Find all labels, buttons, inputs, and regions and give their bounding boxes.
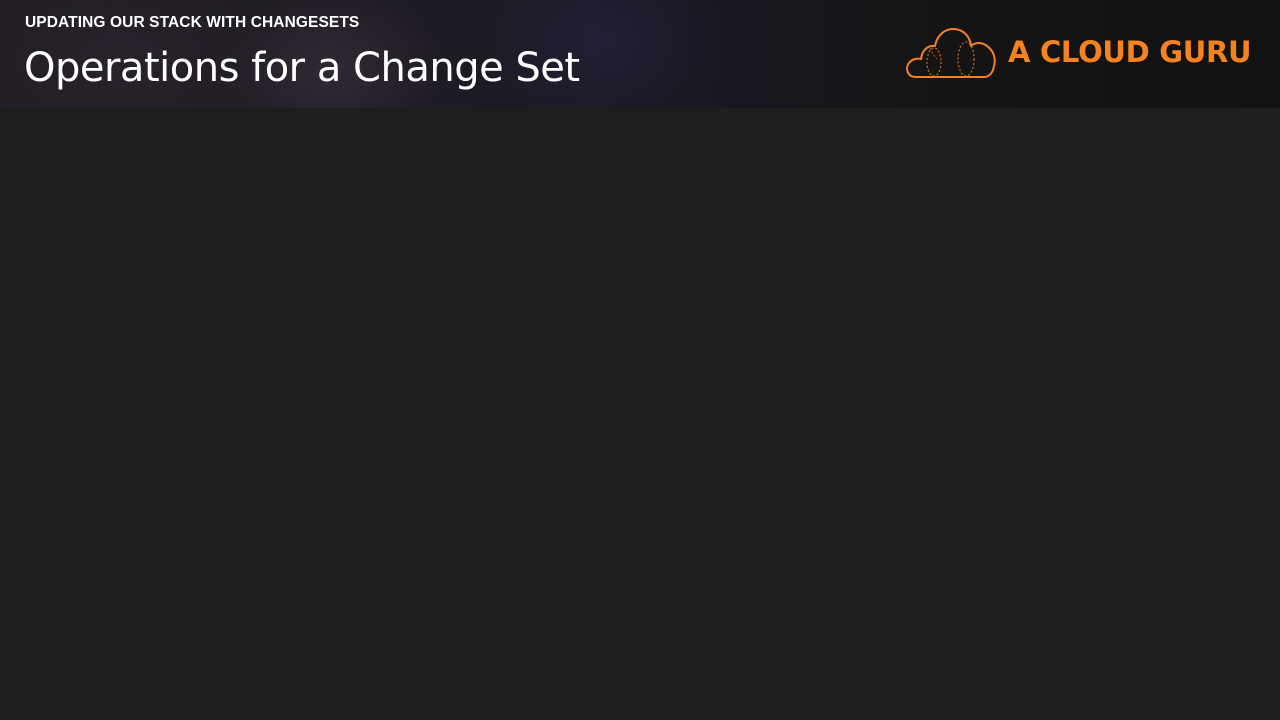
brand-logo-text: A CLOUD GURU bbox=[1008, 35, 1252, 69]
slide-content-area bbox=[0, 108, 1280, 720]
slide: UPDATING OUR STACK WITH CHANGESETS Opera… bbox=[0, 0, 1280, 720]
section-label: UPDATING OUR STACK WITH CHANGESETS bbox=[25, 14, 360, 31]
brand-logo: A CLOUD GURU bbox=[904, 26, 1252, 82]
slide-title: Operations for a Change Set bbox=[24, 45, 580, 91]
slide-header: UPDATING OUR STACK WITH CHANGESETS Opera… bbox=[0, 0, 1280, 108]
cloud-icon bbox=[906, 28, 996, 78]
